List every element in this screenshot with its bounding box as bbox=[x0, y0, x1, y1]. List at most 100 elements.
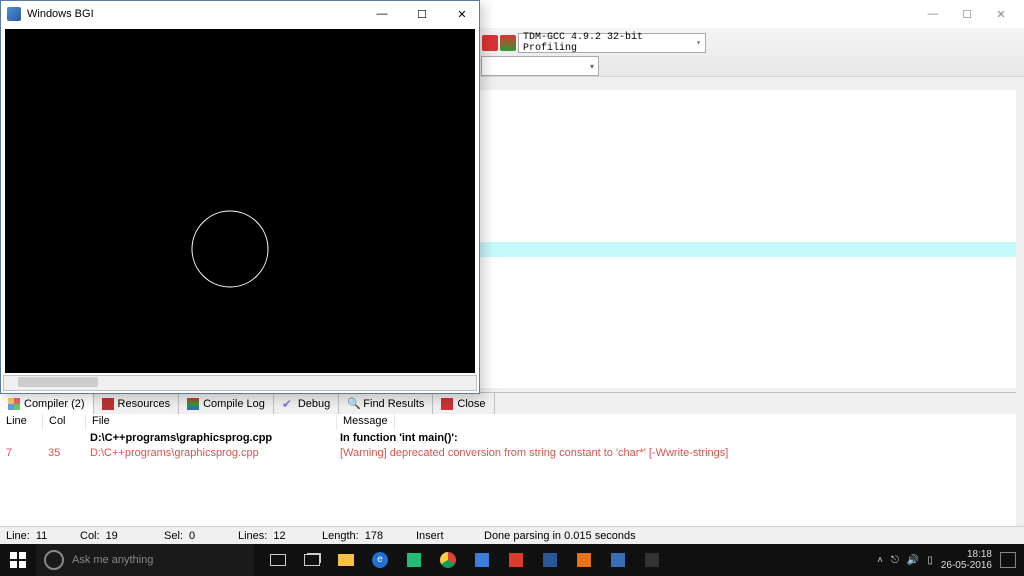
tab-resources-label: Resources bbox=[118, 398, 171, 410]
taskbar-clock[interactable]: 18:18 26-05-2016 bbox=[941, 549, 992, 571]
tab-debug[interactable]: ✔ Debug bbox=[274, 393, 339, 415]
bgi-taskbar-button[interactable] bbox=[636, 546, 668, 574]
chevron-down-icon: ▾ bbox=[696, 38, 701, 48]
volume-icon[interactable]: 🔊 bbox=[907, 555, 919, 566]
status-mode: Insert bbox=[416, 530, 444, 542]
wifi-icon[interactable]: ⎋ bbox=[891, 555, 899, 566]
results-header-col[interactable]: Col bbox=[43, 414, 86, 430]
bgi-circle bbox=[192, 211, 268, 287]
bgi-minimize-button[interactable]: — bbox=[365, 2, 399, 26]
devcpp-icon bbox=[611, 553, 625, 567]
compile-log-icon bbox=[187, 398, 199, 410]
cortana-icon bbox=[44, 550, 64, 570]
bgi-graphics bbox=[5, 29, 475, 373]
bottom-tabs: Compiler (2) Resources Compile Log ✔ Deb… bbox=[0, 392, 1016, 416]
tab-close[interactable]: Close bbox=[433, 393, 494, 415]
store-button[interactable] bbox=[398, 546, 430, 574]
bgi-titlebar[interactable]: Windows BGI — ☐ ✕ bbox=[1, 1, 479, 27]
bgi-horizontal-scrollbar[interactable] bbox=[3, 375, 477, 391]
blue-app-icon bbox=[475, 553, 489, 567]
results-header-file[interactable]: File bbox=[86, 414, 337, 430]
system-tray[interactable]: ˄ ⎋ 🔊 ▯ 18:18 26-05-2016 bbox=[877, 549, 1024, 571]
bgi-window[interactable]: Windows BGI — ☐ ✕ bbox=[0, 0, 480, 394]
clock-time: 18:18 bbox=[941, 549, 992, 560]
resources-icon bbox=[102, 398, 114, 410]
ide-maximize-button[interactable]: ☐ bbox=[950, 2, 984, 26]
windows-taskbar: Ask me anything e ˄ ⎋ 🔊 ▯ 18:18 26-05-20… bbox=[0, 544, 1024, 576]
results-row[interactable]: D:\C++programs\graphicsprog.cpp In funct… bbox=[0, 430, 1016, 445]
chrome-icon bbox=[440, 552, 456, 568]
status-line-label: Line: bbox=[6, 530, 30, 542]
pdf-app-button[interactable] bbox=[500, 546, 532, 574]
windows-logo-icon bbox=[10, 552, 26, 568]
bgi-canvas bbox=[5, 29, 475, 373]
bgi-app-icon bbox=[7, 7, 21, 21]
status-col-label: Col: bbox=[80, 530, 100, 542]
secondary-select[interactable]: ▾ bbox=[481, 56, 599, 76]
toolbar-red-icon[interactable] bbox=[482, 35, 498, 51]
start-button[interactable] bbox=[0, 544, 36, 576]
clock-date: 26-05-2016 bbox=[941, 560, 992, 571]
status-lines-value: 12 bbox=[273, 530, 285, 542]
status-col-value: 19 bbox=[106, 530, 118, 542]
find-icon: 🔍 bbox=[347, 398, 359, 410]
results-header-line[interactable]: Line bbox=[0, 414, 43, 430]
compiler-select-label: TDM-GCC 4.9.2 32-bit Profiling bbox=[523, 32, 696, 54]
tab-resources[interactable]: Resources bbox=[94, 393, 180, 415]
word-button[interactable] bbox=[534, 546, 566, 574]
battery-icon[interactable]: ▯ bbox=[927, 555, 933, 566]
tray-chevron-icon[interactable]: ˄ bbox=[877, 555, 883, 566]
status-sel-label: Sel: bbox=[164, 530, 183, 542]
results-header: Line Col File Message bbox=[0, 414, 1016, 431]
results-row[interactable]: 7 35 D:\C++programs\graphicsprog.cpp [Wa… bbox=[0, 445, 1016, 460]
tab-compiler[interactable]: Compiler (2) bbox=[0, 393, 94, 415]
task-view-icon bbox=[270, 554, 286, 566]
task-view2-button[interactable] bbox=[296, 546, 328, 574]
task-view2-icon bbox=[304, 554, 320, 566]
taskbar-search[interactable]: Ask me anything bbox=[36, 544, 254, 576]
cell-file: D:\C++programs\graphicsprog.cpp bbox=[84, 432, 334, 444]
tab-find-results-label: Find Results bbox=[363, 398, 424, 410]
edge-icon: e bbox=[372, 552, 388, 568]
bgi-taskbar-icon bbox=[645, 553, 659, 567]
app-blue-button[interactable] bbox=[466, 546, 498, 574]
edge-button[interactable]: e bbox=[364, 546, 396, 574]
tab-find-results[interactable]: 🔍 Find Results bbox=[339, 393, 433, 415]
action-center-icon[interactable] bbox=[1000, 552, 1016, 568]
devcpp-button[interactable] bbox=[602, 546, 634, 574]
cell-message: [Warning] deprecated conversion from str… bbox=[334, 447, 734, 459]
cell-message: In function 'int main()': bbox=[334, 432, 464, 444]
cell-line: 7 bbox=[0, 447, 42, 459]
status-length-value: 178 bbox=[365, 530, 383, 542]
status-length-label: Length: bbox=[322, 530, 359, 542]
compiler-icon bbox=[8, 398, 20, 410]
pdf-icon bbox=[509, 553, 523, 567]
scroll-thumb[interactable] bbox=[18, 377, 98, 387]
file-explorer-button[interactable] bbox=[330, 546, 362, 574]
folder-icon bbox=[338, 554, 354, 566]
search-placeholder: Ask me anything bbox=[72, 554, 153, 566]
close-icon bbox=[441, 398, 453, 410]
ide-close-button[interactable]: ✕ bbox=[984, 2, 1018, 26]
statusbar: Line:11 Col:19 Sel:0 Lines:12 Length:178… bbox=[0, 526, 1024, 545]
results-header-message[interactable]: Message bbox=[337, 414, 395, 430]
ide-minimize-button[interactable]: — bbox=[916, 2, 950, 26]
tab-compile-log[interactable]: Compile Log bbox=[179, 393, 274, 415]
bgi-close-button[interactable]: ✕ bbox=[445, 2, 479, 26]
status-lines-label: Lines: bbox=[238, 530, 267, 542]
toolbar-redgreen-icon[interactable] bbox=[500, 35, 516, 51]
chrome-button[interactable] bbox=[432, 546, 464, 574]
cell-file: D:\C++programs\graphicsprog.cpp bbox=[84, 447, 334, 459]
tab-close-label: Close bbox=[457, 398, 485, 410]
compiler-select[interactable]: TDM-GCC 4.9.2 32-bit Profiling ▾ bbox=[518, 33, 706, 53]
tab-compiler-label: Compiler (2) bbox=[24, 398, 85, 410]
app-orange-button[interactable] bbox=[568, 546, 600, 574]
orange-app-icon bbox=[577, 553, 591, 567]
results-body[interactable]: D:\C++programs\graphicsprog.cpp In funct… bbox=[0, 430, 1016, 527]
task-view-button[interactable] bbox=[262, 546, 294, 574]
debug-icon: ✔ bbox=[282, 398, 294, 410]
taskbar-apps: e bbox=[262, 546, 668, 574]
store-icon bbox=[407, 553, 421, 567]
bgi-maximize-button[interactable]: ☐ bbox=[405, 2, 439, 26]
status-line-value: 11 bbox=[36, 530, 47, 542]
